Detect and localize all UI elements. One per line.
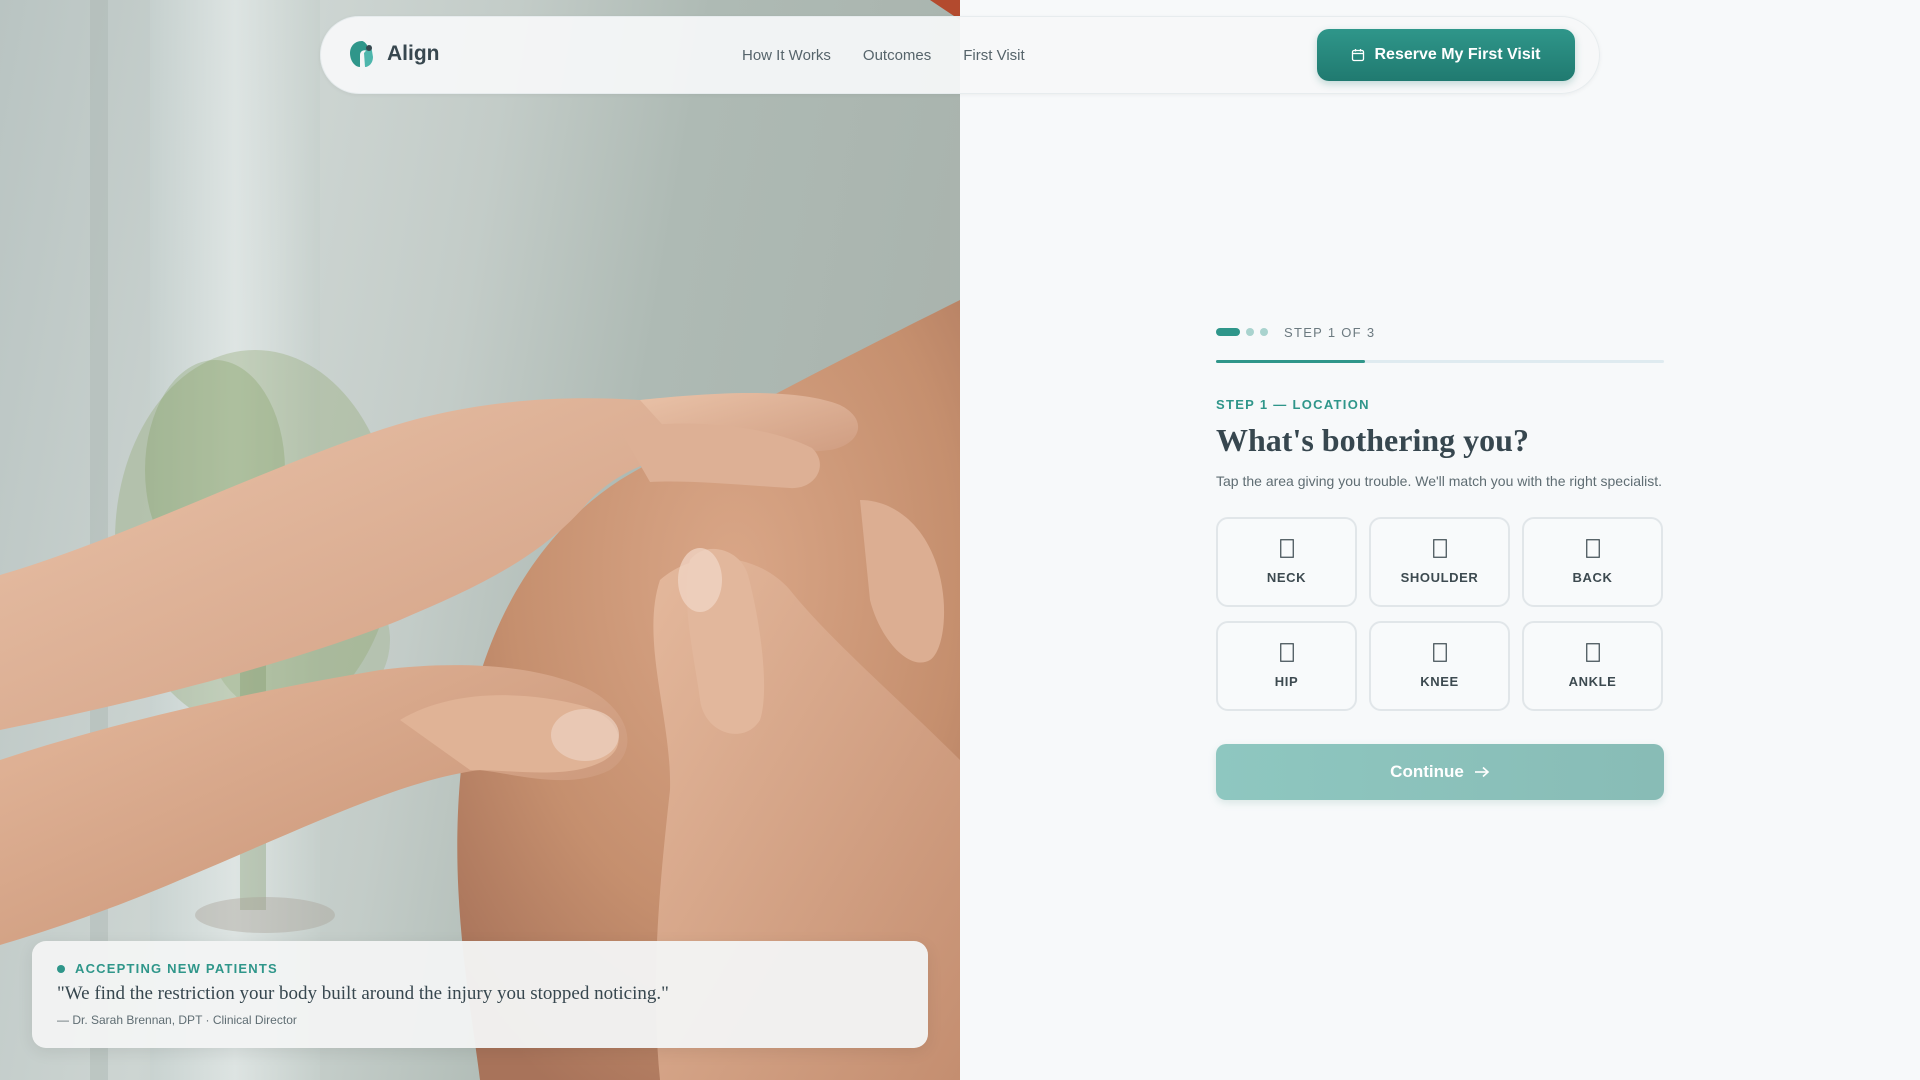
area-option-shoulder[interactable]: SHOULDER <box>1369 517 1510 607</box>
area-option-neck[interactable]: NECK <box>1216 517 1357 607</box>
hero-photo <box>0 0 960 1080</box>
placeholder-glyph-icon <box>1585 643 1600 662</box>
step-dot-3 <box>1260 328 1268 336</box>
body-area-grid: NECK SHOULDER BACK HIP KNEE ANKLE <box>1216 517 1664 711</box>
step-title: What's bothering you? <box>1216 422 1529 458</box>
step-dot-1 <box>1216 328 1240 336</box>
area-option-label: KNEE <box>1420 674 1459 689</box>
placeholder-glyph-icon <box>1432 643 1447 662</box>
step-dots <box>1216 328 1268 336</box>
reserve-visit-button[interactable]: Reserve My First Visit <box>1317 29 1575 81</box>
area-option-label: ANKLE <box>1568 674 1617 689</box>
step-dot-2 <box>1246 328 1254 336</box>
status-dot-icon <box>57 964 65 973</box>
step-indicator: STEP 1 OF 3 <box>1216 320 1664 344</box>
brand-logo[interactable]: Align <box>349 39 440 69</box>
nav-link-outcomes[interactable]: Outcomes <box>863 47 931 64</box>
step-counter: STEP 1 OF 3 <box>1284 324 1376 340</box>
nav-links: How It Works Outcomes First Visit <box>742 47 1025 64</box>
area-option-label: SHOULDER <box>1400 570 1479 585</box>
step-subtitle: Tap the area giving you trouble. We'll m… <box>1216 473 1662 489</box>
testimonial-card: ACCEPTING NEW PATIENTS "We find the rest… <box>32 941 928 1048</box>
continue-button[interactable]: Continue <box>1216 744 1664 800</box>
area-option-knee[interactable]: KNEE <box>1369 621 1510 711</box>
align-logo-icon <box>350 41 373 67</box>
progress-bar-fill <box>1216 360 1366 363</box>
area-option-label: BACK <box>1572 570 1613 585</box>
placeholder-glyph-icon <box>1279 539 1294 558</box>
availability-badge: ACCEPTING NEW PATIENTS <box>57 961 903 976</box>
nav-link-first-visit[interactable]: First Visit <box>963 47 1024 64</box>
nav-link-how-it-works[interactable]: How It Works <box>742 47 831 64</box>
placeholder-glyph-icon <box>1585 539 1600 558</box>
area-option-hip[interactable]: HIP <box>1216 621 1357 711</box>
reserve-visit-label: Reserve My First Visit <box>1374 46 1541 63</box>
availability-text: ACCEPTING NEW PATIENTS <box>75 961 278 976</box>
continue-label: Continue <box>1390 762 1464 781</box>
calendar-icon <box>1352 49 1365 62</box>
area-option-label: NECK <box>1266 570 1307 585</box>
progress-bar <box>1216 360 1664 363</box>
area-option-ankle[interactable]: ANKLE <box>1522 621 1663 711</box>
arrow-right-icon <box>1474 766 1490 778</box>
area-option-back[interactable]: BACK <box>1522 517 1663 607</box>
area-option-label: HIP <box>1274 674 1299 689</box>
intake-form: STEP 1 OF 3 STEP 1 — LOCATION What's bot… <box>1216 320 1664 800</box>
testimonial-quote: "We find the restriction your body built… <box>57 983 669 1004</box>
testimonial-attribution: — Dr. Sarah Brennan, DPT · Clinical Dire… <box>57 1013 297 1027</box>
top-navbar: Align How It Works Outcomes First Visit … <box>320 16 1600 94</box>
step-eyebrow: STEP 1 — LOCATION <box>1216 397 1370 412</box>
placeholder-glyph-icon <box>1279 643 1294 662</box>
placeholder-glyph-icon <box>1432 539 1447 558</box>
brand-name: Align <box>387 42 440 65</box>
